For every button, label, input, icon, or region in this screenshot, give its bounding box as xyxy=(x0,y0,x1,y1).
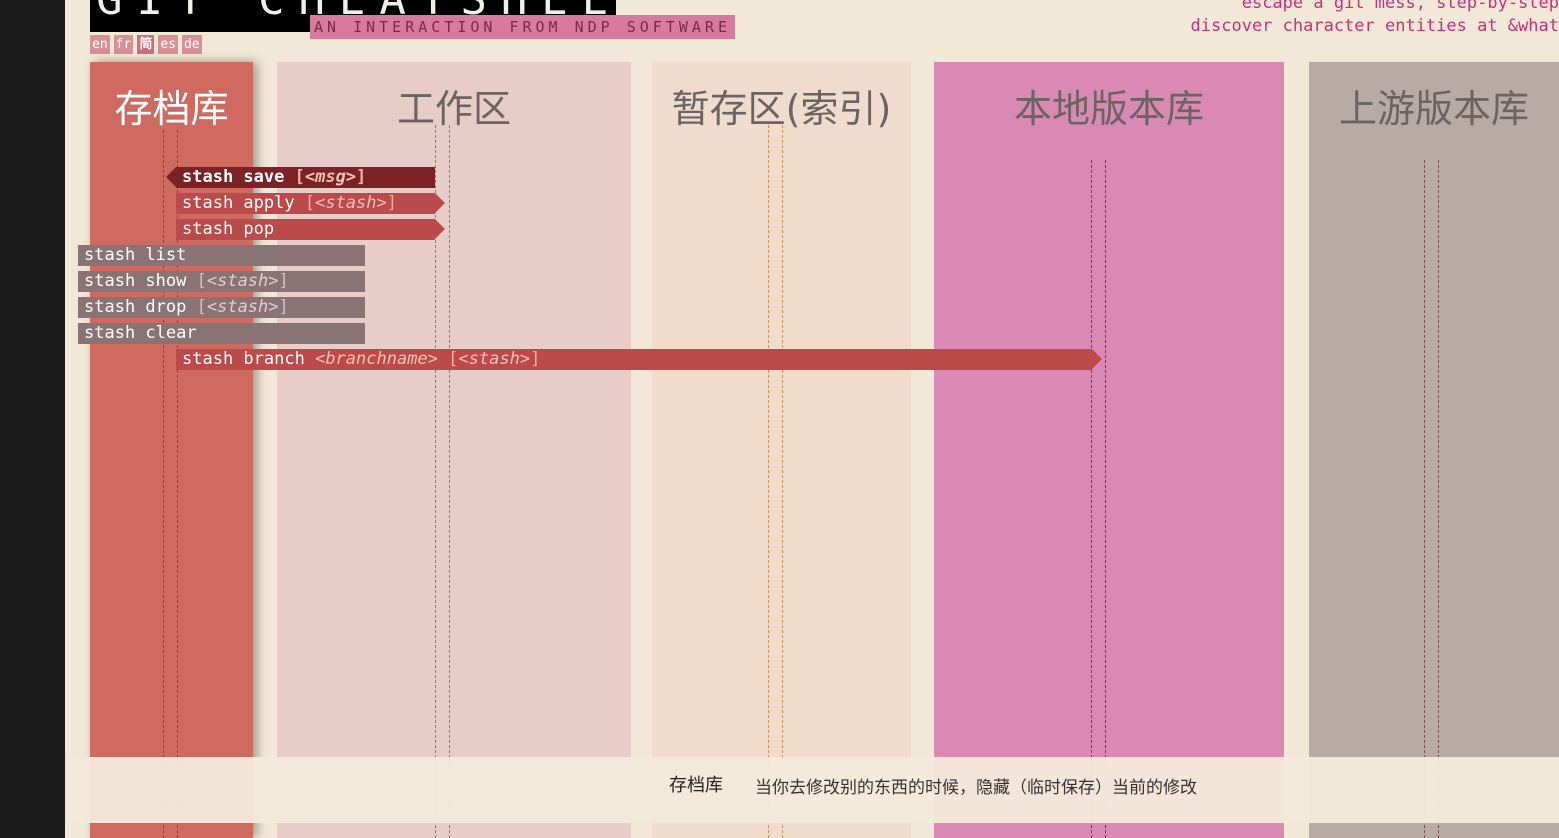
command-stash-drop[interactable]: stash drop [<stash>] xyxy=(78,297,365,318)
upstream-guide-line xyxy=(1424,160,1425,838)
column-local-repo[interactable]: 本地版本库 xyxy=(934,62,1284,838)
lang-es[interactable]: es xyxy=(158,35,178,54)
info-panel: 存档库 当你去修改别的东西的时候，隐藏（临时保存）当前的修改 xyxy=(65,757,1559,823)
cheatsheet-page: GIT CHEATSHEET AN INTERACTION FROM NDP S… xyxy=(65,0,1559,838)
stash-guide-line xyxy=(163,130,164,838)
column-title-local-repo: 本地版本库 xyxy=(1013,87,1204,131)
local-guide-line xyxy=(1091,160,1092,838)
lang-de[interactable]: de xyxy=(181,35,202,54)
command-stash-list[interactable]: stash list xyxy=(78,245,365,266)
tagline: escape a git mess, step-by-step discover… xyxy=(1191,0,1559,38)
lang-fr[interactable]: fr xyxy=(113,35,134,54)
column-title-stash: 存档库 xyxy=(114,87,229,131)
upstream-guide-line xyxy=(1438,160,1439,838)
tagline-line-2[interactable]: discover character entities at &what xyxy=(1191,15,1559,38)
command-stash-pop[interactable]: stash pop xyxy=(176,219,445,240)
command-stash-clear[interactable]: stash clear xyxy=(78,323,365,344)
command-stash-save[interactable]: stash save [<msg>] xyxy=(166,167,435,188)
tagline-line-1[interactable]: escape a git mess, step-by-step xyxy=(1191,0,1559,15)
lang-zh[interactable]: 简 xyxy=(137,35,155,54)
column-upstream-repo[interactable]: 上游版本库 xyxy=(1309,62,1559,838)
workspace-guide-line xyxy=(449,125,450,838)
command-stash-show[interactable]: stash show [<stash>] xyxy=(78,271,365,292)
subtitle[interactable]: AN INTERACTION FROM NDP SOFTWARE xyxy=(310,15,735,39)
index-guide-line xyxy=(768,125,769,838)
lang-en[interactable]: en xyxy=(90,35,110,54)
column-title-workspace: 工作区 xyxy=(396,87,511,131)
command-stash-apply[interactable]: stash apply [<stash>] xyxy=(176,193,445,214)
index-guide-line xyxy=(782,125,783,838)
column-title-upstream-repo: 上游版本库 xyxy=(1338,87,1529,131)
local-guide-line xyxy=(1105,160,1106,838)
info-description: 当你去修改别的东西的时候，隐藏（临时保存）当前的修改 xyxy=(755,778,1197,798)
info-title: 存档库 xyxy=(669,775,723,796)
command-stash-branch[interactable]: stash branch <branchname> [<stash>] xyxy=(176,349,1102,370)
language-switcher: en fr 简 es de xyxy=(90,35,202,54)
